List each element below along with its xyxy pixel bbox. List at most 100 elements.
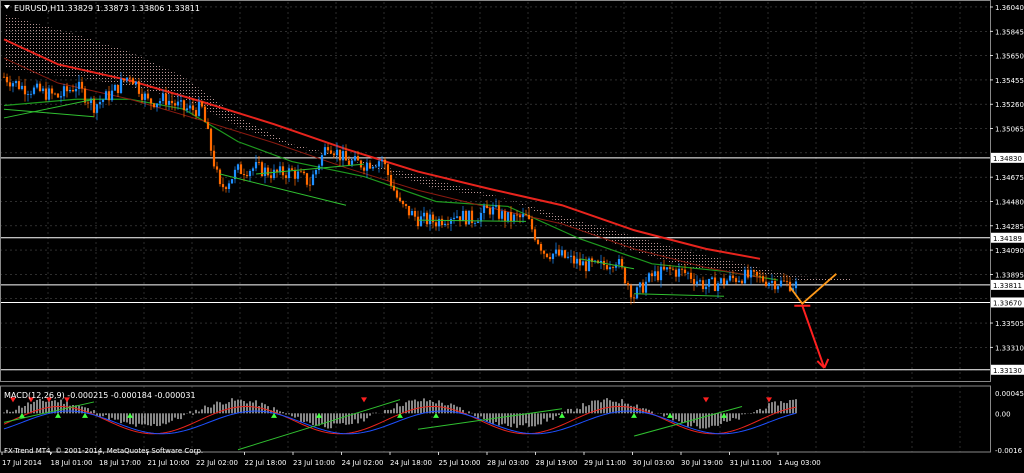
candle-body [147,94,149,99]
candle-body [417,217,419,226]
candle-body [486,206,488,209]
candle-body [492,207,494,215]
price-label-text: 1.33811 [993,282,1022,290]
candle-body [336,150,338,156]
candle-body [15,81,17,83]
candle-body [672,269,674,270]
y-tick-label: 1.33895 [995,271,1024,279]
candle-body [219,170,221,184]
candle-body [714,277,716,291]
candle-body [627,283,629,285]
candle-body [288,168,290,178]
x-tick-label: 18 Jul 01:00 [51,459,93,467]
candle-body [369,163,371,169]
candle-body [249,171,251,176]
candle-body [423,213,425,217]
candle-body [456,216,458,218]
y-tick-label: 1.35455 [995,77,1024,85]
candle-body [63,86,65,96]
candle-body [444,224,446,225]
candle-body [384,160,386,165]
footer-copyright: FX-Trend MT4, © 2001-2014, MetaQuotes So… [4,447,203,455]
candle-body [102,100,104,102]
candle-body [489,208,491,214]
x-tick-label: 22 Jul 18:00 [245,459,287,467]
candle-body [18,81,20,89]
candle-body [780,281,782,287]
candle-body [171,101,173,103]
candle-body [330,150,332,153]
candle-body [258,162,260,163]
candle-body [786,281,788,282]
candle-body [24,86,26,94]
candle-body [192,105,194,110]
x-tick-label: 22 Jul 02:00 [196,459,238,467]
candle-body [552,254,554,259]
x-tick-label: 28 Jul 19:00 [536,459,578,467]
candle-body [726,281,728,285]
candle-body [57,94,59,98]
candle-body [663,267,665,270]
candle-body [510,212,512,221]
candle-body [381,160,383,162]
candle-body [273,170,275,178]
candle-body [414,211,416,217]
candle-body [87,103,89,104]
candle-body [567,257,569,258]
candle-body [294,170,296,179]
chart-svg[interactable]: 1.348301.341891.338111.336701.33130 1.36… [0,0,1024,469]
y-tick-label: 1.35260 [995,101,1024,109]
candle-body [81,82,83,89]
candle-body [495,205,497,206]
candle-body [207,122,209,129]
x-tick-label: 18 Jul 17:00 [99,459,141,467]
candle-body [225,187,227,189]
candle-body [243,174,245,175]
candle-body [453,218,455,219]
candle-body [543,251,545,254]
x-tick-label: 31 Jul 11:00 [730,459,772,467]
y-tick-label: 1.35650 [995,53,1024,61]
candle-body [162,94,164,101]
candle-body [156,103,158,107]
candle-body [420,216,422,226]
candle-body [33,88,35,94]
candle-body [159,101,161,103]
candle-body [636,287,638,298]
candle-body [291,168,293,170]
candle-body [525,214,527,215]
candle-body [633,297,635,298]
x-tick-label: 24 Jul 18:00 [390,459,432,467]
candle-body [522,214,524,217]
y-tick-label: 1.35065 [995,126,1024,134]
candle-body [267,168,269,176]
price-label-text: 1.34189 [993,235,1022,243]
candle-body [504,211,506,221]
candle-body [549,257,551,259]
candle-body [132,78,134,84]
x-tick-label: 24 Jul 02:00 [342,459,384,467]
candle-body [435,222,437,226]
candle-body [339,150,341,161]
candle-body [300,171,302,172]
candle-body [387,164,389,175]
candle-body [177,102,179,106]
candle-body [783,281,785,282]
candle-body [51,89,53,94]
candle-body [351,160,353,164]
candle-body [717,283,719,291]
candle-body [150,98,152,103]
candle-body [537,240,539,244]
candle-body [27,94,29,95]
candle-body [6,77,8,82]
candle-body [441,219,443,225]
candle-body [483,206,485,213]
candle-body [99,102,101,104]
candle-body [678,269,680,277]
candle-body [108,91,110,100]
candle-body [255,162,257,168]
price-label-text: 1.33670 [993,299,1022,307]
candle-body [666,267,668,269]
chart-window[interactable]: 1.348301.341891.338111.336701.33130 1.36… [0,0,1024,469]
candle-body [708,279,710,287]
